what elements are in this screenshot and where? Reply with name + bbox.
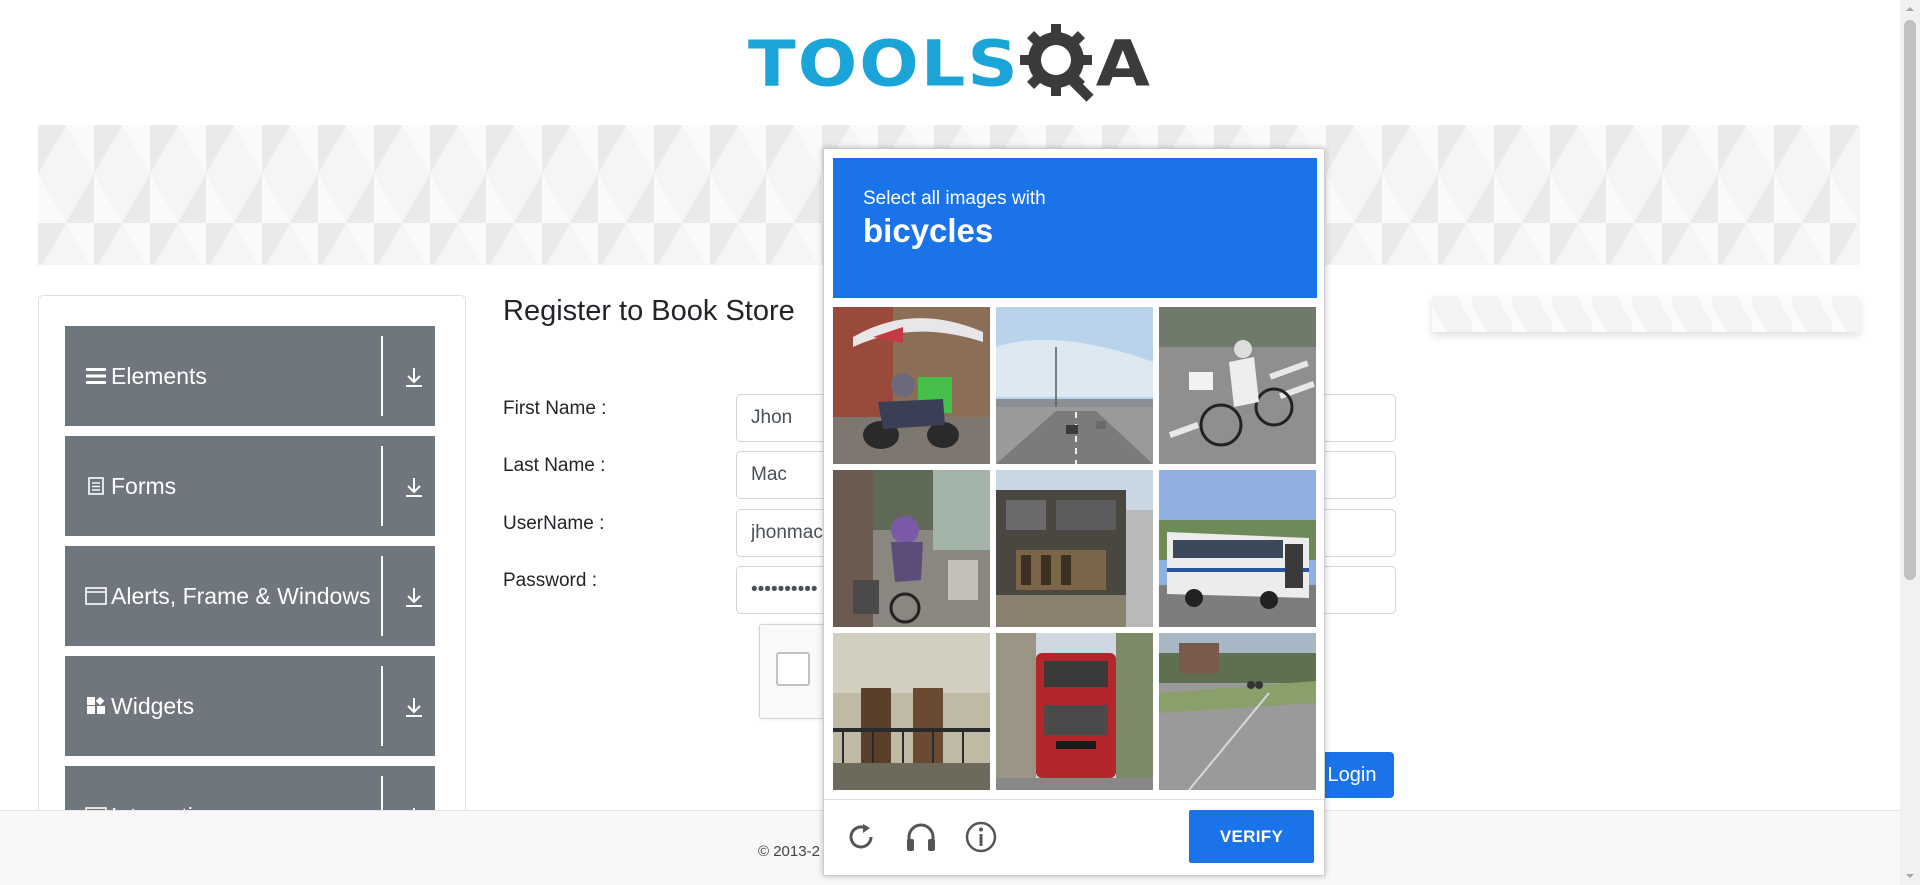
- captcha-instruction: Select all images with: [863, 188, 1046, 209]
- download-arrow-icon[interactable]: [401, 694, 427, 720]
- captcha-footer: VERIFY: [824, 799, 1324, 875]
- scroll-thumb[interactable]: [1904, 20, 1916, 580]
- download-arrow-icon[interactable]: [401, 474, 427, 500]
- captcha-header: Select all images with bicycles: [833, 158, 1317, 298]
- captcha-tile-motorcycle[interactable]: [833, 307, 990, 464]
- divider: [381, 556, 383, 636]
- captcha-tile-cyclist-street[interactable]: [833, 470, 990, 627]
- nav-group-alerts[interactable]: Alerts, Frame & Windows: [65, 546, 435, 646]
- download-arrow-icon[interactable]: [401, 584, 427, 610]
- page-title: Register to Book Store: [503, 295, 795, 327]
- captcha-tile-bus[interactable]: [1159, 470, 1316, 627]
- window-icon: [85, 587, 107, 605]
- nav-group-elements[interactable]: Elements: [65, 326, 435, 426]
- recaptcha-checkbox[interactable]: [776, 652, 810, 686]
- menu-icon: [85, 367, 107, 385]
- captcha-tile-red-bus[interactable]: [996, 633, 1153, 790]
- verify-button[interactable]: VERIFY: [1189, 810, 1314, 863]
- captcha-challenge-dialog: Select all images with bicycles VERIFY: [823, 148, 1325, 876]
- divider: [381, 336, 383, 416]
- reload-icon[interactable]: [844, 820, 878, 854]
- toolsqa-logo[interactable]: TOOLS A: [748, 16, 1156, 112]
- document-icon: [85, 477, 107, 495]
- captcha-tile-road[interactable]: [1159, 633, 1316, 790]
- captcha-image-grid: [833, 307, 1317, 791]
- username-label: UserName :: [503, 513, 605, 534]
- scroll-up-arrow-icon[interactable]: [1905, 4, 1915, 14]
- last-name-label: Last Name :: [503, 455, 606, 476]
- password-label: Password :: [503, 570, 597, 591]
- page-scrollbar[interactable]: [1900, 0, 1920, 885]
- logo-text-tools: TOOLS: [748, 27, 1020, 101]
- captcha-target: bicycles: [863, 212, 994, 249]
- download-arrow-icon[interactable]: [401, 364, 427, 390]
- captcha-tile-highway[interactable]: [996, 307, 1153, 464]
- nav-group-label: Alerts, Frame & Windows: [111, 582, 371, 609]
- nav-group-interactions[interactable]: Interactions: [65, 766, 435, 814]
- captcha-tile-building[interactable]: [833, 633, 990, 790]
- captcha-tile-house[interactable]: [996, 470, 1153, 627]
- advertisement: [1432, 296, 1860, 332]
- scroll-down-arrow-icon[interactable]: [1905, 871, 1915, 881]
- left-nav-panel: Elements Forms Alerts, Frame & Windows W…: [38, 295, 466, 815]
- info-icon[interactable]: [964, 820, 998, 854]
- divider: [381, 666, 383, 746]
- captcha-tile-cyclist-crosswalk[interactable]: [1159, 307, 1316, 464]
- nav-group-widgets[interactable]: Widgets: [65, 656, 435, 756]
- nav-group-label: Elements: [111, 362, 207, 389]
- gear-magnifier-icon: [1018, 22, 1102, 106]
- first-name-label: First Name :: [503, 398, 607, 419]
- nav-group-forms[interactable]: Forms: [65, 436, 435, 536]
- divider: [381, 446, 383, 526]
- audio-headphones-icon[interactable]: [904, 820, 938, 854]
- logo-text-a: A: [1095, 27, 1150, 101]
- widgets-icon: [85, 696, 107, 716]
- nav-group-label: Forms: [111, 472, 177, 499]
- copyright-text: © 2013-2: [758, 843, 820, 860]
- nav-group-label: Widgets: [111, 692, 195, 719]
